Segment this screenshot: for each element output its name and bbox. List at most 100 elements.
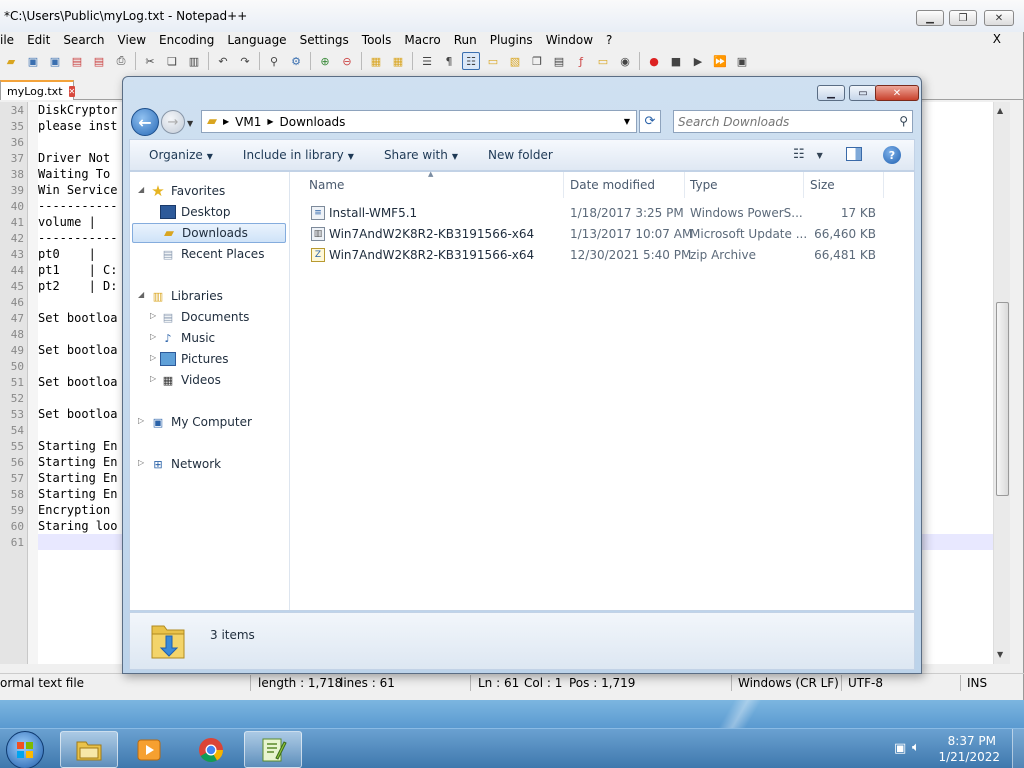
breadcrumb-separator-icon[interactable]: ▶ <box>267 117 273 126</box>
column-divider[interactable] <box>684 172 685 198</box>
expand-icon[interactable]: ▷ <box>150 311 156 320</box>
breadcrumb-vm1[interactable]: VM1 <box>235 115 261 129</box>
nav-libraries[interactable]: ▥ Libraries <box>150 286 223 306</box>
nav-network[interactable]: ⊞ Network <box>150 454 221 474</box>
include-in-library-button[interactable]: Include in library ▼ <box>243 148 354 162</box>
code-line[interactable]: pt1 | C: <box>38 263 117 277</box>
monitoring-icon[interactable]: ◉ <box>616 52 634 70</box>
new-folder-button[interactable]: New folder <box>488 148 553 162</box>
recent-pages-dropdown-icon[interactable]: ▼ <box>187 119 193 128</box>
open-file-icon[interactable]: ▰ <box>2 52 20 70</box>
menu-plugins[interactable]: Plugins <box>484 33 540 47</box>
file-row[interactable]: Z Win7AndW2K8R2-KB3191566-x64 12/30/2021… <box>309 245 889 265</box>
scroll-down-icon[interactable]: ▼ <box>997 650 1003 659</box>
address-dropdown-icon[interactable]: ▼ <box>624 117 630 126</box>
forward-button[interactable]: → <box>161 110 185 134</box>
menu-search[interactable]: Search <box>57 33 111 47</box>
print-icon[interactable]: ⎙ <box>112 52 130 70</box>
explorer-title-bar[interactable]: ▁ ▭ ✕ <box>123 77 921 107</box>
clock-date[interactable]: 1/21/2022 <box>938 750 1000 764</box>
folder-workspace-icon[interactable]: ƒ <box>572 52 590 70</box>
folder-icon[interactable]: ▭ <box>594 52 612 70</box>
expand-icon[interactable]: ▷ <box>138 416 144 425</box>
breadcrumb-downloads[interactable]: Downloads <box>280 115 346 129</box>
find-icon[interactable]: ⚲ <box>265 52 283 70</box>
preview-pane-icon[interactable] <box>846 147 862 161</box>
doc-list-icon[interactable]: ❐ <box>528 52 546 70</box>
close-file-icon[interactable]: ▤ <box>68 52 86 70</box>
nav-pictures[interactable]: Pictures <box>160 349 229 369</box>
code-line[interactable]: pt2 | D: <box>38 279 117 293</box>
close-button[interactable]: ✕ <box>984 10 1014 26</box>
code-line[interactable]: volume | <box>38 215 96 229</box>
taskbar-chrome[interactable] <box>182 731 240 768</box>
menu-encoding[interactable]: Encoding <box>153 33 221 47</box>
search-icon[interactable]: ⚲ <box>899 114 908 128</box>
column-size[interactable]: Size <box>810 178 835 192</box>
copy-icon[interactable]: ❏ <box>163 52 181 70</box>
nav-downloads[interactable]: ▰ Downloads <box>132 223 286 243</box>
menu-tools[interactable]: Tools <box>356 33 399 47</box>
function-list-icon[interactable]: ▤ <box>550 52 568 70</box>
code-line[interactable]: Set bootloa <box>38 375 117 389</box>
file-row[interactable]: ≡ Install-WMF5.1 1/18/2017 3:25 PM Windo… <box>309 203 889 223</box>
code-line[interactable]: Encryption <box>38 503 110 517</box>
menu-language[interactable]: Language <box>221 33 293 47</box>
undo-icon[interactable]: ↶ <box>214 52 232 70</box>
record-macro-icon[interactable]: ● <box>645 52 663 70</box>
close-all-icon[interactable]: ▤ <box>90 52 108 70</box>
file-list[interactable]: ▲ Name Date modified Type Size ≡ Install… <box>291 170 914 610</box>
nav-videos[interactable]: ▦ Videos <box>160 370 221 390</box>
vertical-scrollbar[interactable]: ▲ ▼ <box>993 102 1010 664</box>
taskbar-explorer[interactable] <box>60 731 118 768</box>
code-line[interactable]: ----------- <box>38 231 117 245</box>
code-line[interactable]: DiskCryptor <box>38 103 117 117</box>
views-button[interactable]: ☷ ▼ <box>793 147 823 162</box>
save-macro-icon[interactable]: ▣ <box>733 52 751 70</box>
start-button[interactable] <box>6 731 44 768</box>
close-document-button[interactable]: X <box>987 32 1008 46</box>
stop-macro-icon[interactable]: ■ <box>667 52 685 70</box>
nav-music[interactable]: ♪ Music <box>160 328 215 348</box>
column-divider[interactable] <box>563 172 564 198</box>
tab-close-icon[interactable]: ✕ <box>68 85 76 97</box>
clock-time[interactable]: 8:37 PM <box>948 734 996 748</box>
volume-icon[interactable]: 🔈︎ <box>912 740 920 755</box>
help-button[interactable]: ? <box>883 146 901 164</box>
doc-map-icon[interactable]: ▧ <box>506 52 524 70</box>
menu-run[interactable]: Run <box>448 33 484 47</box>
code-line[interactable]: Set bootloa <box>38 343 117 357</box>
nav-recent-places[interactable]: ▤ Recent Places <box>160 244 265 264</box>
code-line[interactable]: Driver Not <box>38 151 110 165</box>
menu-help[interactable]: ? <box>600 33 619 47</box>
collapse-icon[interactable]: ◢ <box>138 185 144 194</box>
redo-icon[interactable]: ↷ <box>236 52 254 70</box>
expand-icon[interactable]: ▷ <box>138 458 144 467</box>
menu-window[interactable]: Window <box>540 33 600 47</box>
word-wrap-icon[interactable]: ☰ <box>418 52 436 70</box>
column-date-modified[interactable]: Date modified <box>570 178 655 192</box>
code-line[interactable]: Starting En <box>38 439 117 453</box>
cut-icon[interactable]: ✂ <box>141 52 159 70</box>
menu-view[interactable]: View <box>112 33 153 47</box>
nav-desktop[interactable]: Desktop <box>160 202 231 222</box>
code-line[interactable]: please inst <box>38 119 117 133</box>
menu-file[interactable]: ile <box>0 33 21 47</box>
column-type[interactable]: Type <box>690 178 718 192</box>
replace-icon[interactable]: ⚙ <box>287 52 305 70</box>
menu-edit[interactable]: Edit <box>21 33 57 47</box>
code-line[interactable]: Win Service <box>38 183 117 197</box>
column-divider[interactable] <box>803 172 804 198</box>
show-desktop-button[interactable] <box>1012 729 1024 768</box>
expand-icon[interactable]: ▷ <box>150 374 156 383</box>
file-row[interactable]: ▥ Win7AndW2K8R2-KB3191566-x64 1/13/2017 … <box>309 224 889 244</box>
refresh-button[interactable]: ⟳ <box>639 110 661 133</box>
code-line[interactable]: Waiting To <box>38 167 110 181</box>
taskbar-notepadpp[interactable] <box>244 731 302 768</box>
sync-horizontal-icon[interactable]: ▦ <box>389 52 407 70</box>
code-line[interactable]: Starting En <box>38 487 117 501</box>
explorer-minimize-button[interactable]: ▁ <box>817 85 845 101</box>
column-divider[interactable] <box>883 172 884 198</box>
organize-button[interactable]: Organize ▼ <box>149 148 213 162</box>
code-line[interactable]: Starting En <box>38 471 117 485</box>
